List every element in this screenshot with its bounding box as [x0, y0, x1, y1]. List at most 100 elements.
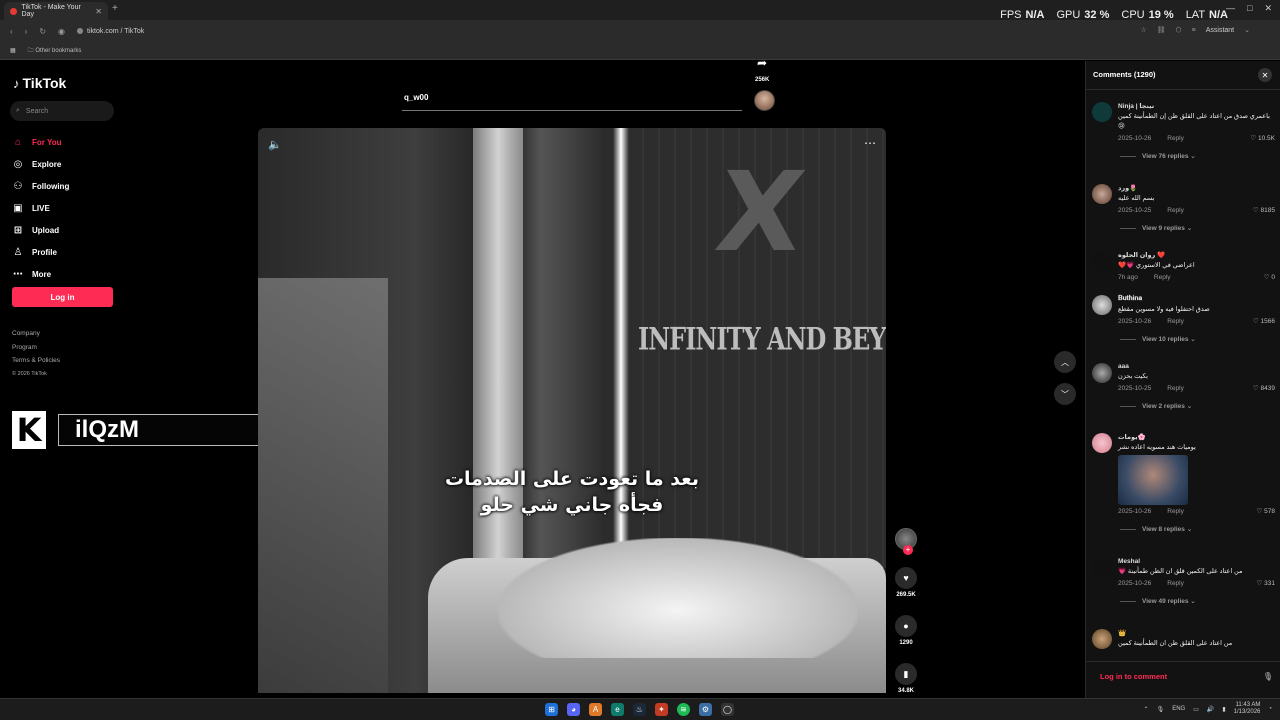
- steam-icon[interactable]: ♨: [633, 703, 646, 716]
- comment-author[interactable]: روان الحلوه ❤️: [1118, 251, 1275, 259]
- settings-gear-icon[interactable]: ⚙: [699, 703, 712, 716]
- comment-likes[interactable]: ♡ 8185: [1253, 206, 1275, 214]
- language-indicator[interactable]: ENG: [1172, 706, 1185, 712]
- follow-plus-icon[interactable]: +: [903, 545, 913, 555]
- network-icon[interactable]: ▭: [1193, 706, 1199, 713]
- star-icon[interactable]: ☆: [1140, 26, 1146, 34]
- comment-author[interactable]: 𝐁𝐮𝐭𝐡𝐢𝐧𝐚: [1118, 295, 1275, 303]
- mic-icon[interactable]: ◉: [58, 27, 65, 36]
- reply-button[interactable]: Reply: [1167, 580, 1184, 587]
- comment-likes[interactable]: ♡ 331: [1257, 579, 1276, 587]
- nav-item-upload[interactable]: ⊞ Upload: [12, 219, 69, 241]
- system-clock[interactable]: 11:43 AM 1/13/2026: [1234, 702, 1261, 716]
- creator-avatar[interactable]: [754, 90, 775, 111]
- apps-grid-icon[interactable]: ▦: [10, 47, 16, 54]
- reply-button[interactable]: Reply: [1167, 385, 1184, 392]
- nav-item-live[interactable]: ▣ LIVE: [12, 197, 69, 219]
- extension-icon[interactable]: ⬡: [1176, 26, 1182, 34]
- bookmark-folder[interactable]: 🗀 Other bookmarks: [28, 46, 82, 56]
- comment-author[interactable]: ورد🌷: [1118, 184, 1275, 192]
- back-icon[interactable]: ‹: [10, 27, 13, 36]
- comment-likes[interactable]: ♡ 10.5K: [1250, 134, 1275, 142]
- link-icon[interactable]: ⛓: [1157, 26, 1166, 34]
- reply-button[interactable]: Reply: [1167, 207, 1184, 214]
- view-replies-button[interactable]: View 9 replies ⌄: [1118, 224, 1275, 232]
- nav-item-profile[interactable]: ♙ Profile: [12, 241, 69, 263]
- comment-author[interactable]: يومات🌸: [1118, 433, 1275, 441]
- reload-icon[interactable]: ↻: [39, 27, 46, 36]
- chevron-down-icon[interactable]: ⌄: [1244, 26, 1250, 34]
- windows-start-icon[interactable]: ⊞: [545, 703, 558, 716]
- spotify-icon[interactable]: ≋: [677, 703, 690, 716]
- reply-button[interactable]: Reply: [1154, 274, 1171, 281]
- comment-bubble-icon[interactable]: ●: [895, 615, 917, 637]
- avatar[interactable]: [1092, 363, 1112, 383]
- volume-icon[interactable]: 🔊: [1207, 706, 1214, 713]
- comment-likes[interactable]: ♡ 8439: [1253, 384, 1275, 392]
- comment-likes[interactable]: ♡ 578: [1257, 507, 1276, 515]
- comment-author[interactable]: Meshal: [1118, 558, 1275, 565]
- comment-author[interactable]: 👑: [1118, 629, 1275, 637]
- avatar[interactable]: [1092, 295, 1112, 315]
- window-close-button[interactable]: ✕: [1264, 3, 1272, 14]
- nav-item-following[interactable]: ⚇ Following: [12, 175, 70, 197]
- video-username[interactable]: q_w00: [404, 93, 428, 102]
- mic-icon[interactable]: 🎙: [1263, 672, 1273, 681]
- like-heart-icon[interactable]: ♥: [895, 567, 917, 589]
- video-player[interactable]: X INFINITY AND BEYON 🔈 ⋯ بعد ما تعودت عل…: [258, 128, 886, 693]
- login-to-comment[interactable]: Log in to comment 🎙: [1086, 661, 1280, 691]
- view-replies-button[interactable]: View 2 replies ⌄: [1118, 402, 1275, 410]
- avatar[interactable]: [1092, 251, 1112, 271]
- assistant-button[interactable]: Assistant: [1206, 27, 1234, 34]
- url-field[interactable]: tiktok.com / TikTok: [77, 28, 144, 35]
- footer-link-program[interactable]: Program: [12, 341, 60, 355]
- edge-browser-icon[interactable]: e: [611, 703, 624, 716]
- browser-tab[interactable]: TikTok - Make Your Day ✕: [4, 2, 108, 20]
- reply-button[interactable]: Reply: [1167, 508, 1184, 515]
- login-button[interactable]: Log in: [12, 287, 113, 307]
- app-red-icon[interactable]: ✦: [655, 703, 668, 716]
- nav-item-explore[interactable]: ◎ Explore: [12, 153, 69, 175]
- avatar[interactable]: [1092, 102, 1112, 122]
- comment-likes[interactable]: ♡ 1566: [1253, 317, 1275, 325]
- menu-lines-icon[interactable]: ≡: [1192, 27, 1196, 34]
- new-tab-button[interactable]: +: [112, 3, 118, 14]
- footer-link-company[interactable]: Company: [12, 327, 60, 341]
- notification-icon[interactable]: ◔: [1268, 706, 1272, 712]
- share-icon[interactable]: ➦: [757, 56, 767, 70]
- next-video-button[interactable]: ﹀: [1054, 383, 1076, 405]
- comment-likes[interactable]: ♡ 0: [1264, 273, 1275, 281]
- comment-image[interactable]: [1118, 455, 1188, 505]
- avatar[interactable]: [1092, 433, 1112, 453]
- comment-author[interactable]: aaa: [1118, 363, 1275, 370]
- minimize-button[interactable]: —: [1226, 3, 1235, 14]
- view-replies-button[interactable]: View 8 replies ⌄: [1118, 525, 1275, 533]
- more-options-icon[interactable]: ⋯: [864, 136, 876, 150]
- close-comments-icon[interactable]: ✕: [1258, 68, 1272, 82]
- tiktok-logo[interactable]: ♪ TikTok: [13, 75, 66, 91]
- reply-button[interactable]: Reply: [1167, 318, 1184, 325]
- view-replies-button[interactable]: View 76 replies ⌄: [1118, 152, 1275, 160]
- search-input[interactable]: ⌕ Search: [10, 101, 114, 121]
- view-replies-button[interactable]: View 10 replies ⌄: [1118, 335, 1275, 343]
- view-replies-button[interactable]: View 49 replies ⌄: [1118, 597, 1275, 605]
- previous-video-button[interactable]: ︿: [1054, 351, 1076, 373]
- battery-icon[interactable]: ▮: [1222, 706, 1225, 713]
- forward-icon[interactable]: ›: [25, 27, 28, 36]
- search-app-icon[interactable]: ◯: [721, 703, 734, 716]
- reply-button[interactable]: Reply: [1167, 135, 1184, 142]
- maximize-button[interactable]: □: [1247, 3, 1252, 14]
- app-orange-icon[interactable]: A: [589, 703, 602, 716]
- nav-item-more[interactable]: ⋯ More: [12, 263, 69, 285]
- tray-mic-icon[interactable]: 🎙: [1157, 706, 1165, 713]
- tab-close-icon[interactable]: ✕: [95, 7, 102, 16]
- nav-item-for-you[interactable]: ⌂ For You: [12, 131, 69, 153]
- avatar[interactable]: [1092, 184, 1112, 204]
- volume-icon[interactable]: 🔈: [268, 138, 282, 151]
- action-creator-avatar[interactable]: +: [895, 528, 917, 555]
- discord-icon[interactable]: ◕: [567, 703, 580, 716]
- avatar[interactable]: [1092, 629, 1112, 649]
- avatar[interactable]: [1092, 558, 1112, 578]
- comment-author[interactable]: Ninja | نينجا: [1118, 102, 1275, 110]
- bookmark-icon[interactable]: ▮: [895, 663, 917, 685]
